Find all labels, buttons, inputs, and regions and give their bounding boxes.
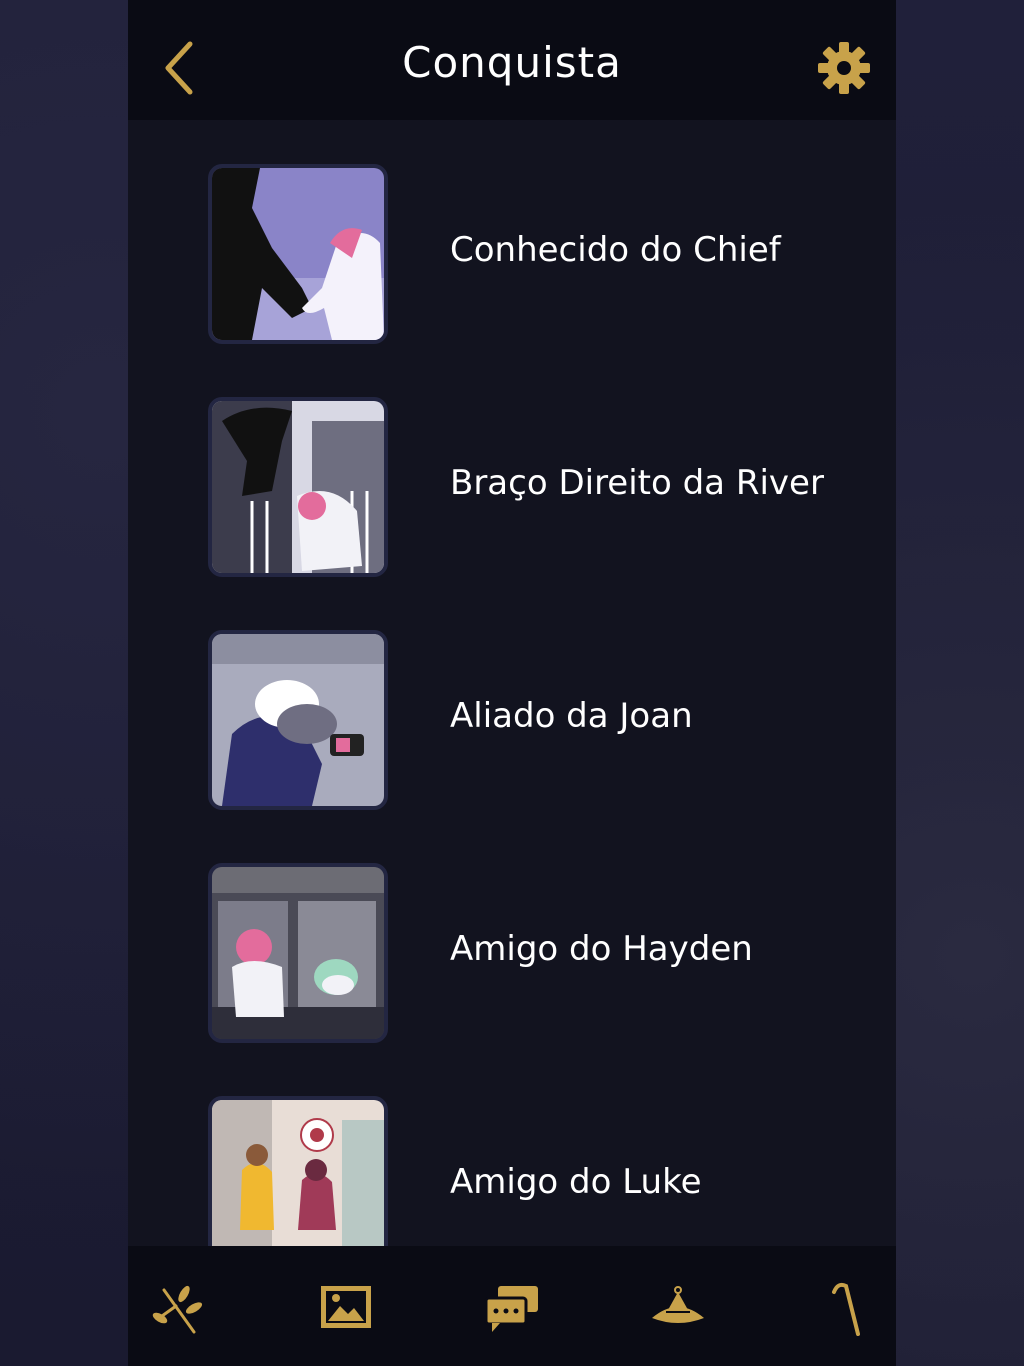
achievement-thumbnail: [208, 630, 388, 810]
hayden-window-illustration: [212, 867, 384, 1039]
branch-icon: [152, 1285, 203, 1334]
nav-cane-button[interactable]: [812, 1276, 876, 1340]
gallery-icon: [321, 1286, 371, 1328]
luke-street-illustration: [212, 1100, 384, 1246]
chat-icon: [484, 1286, 538, 1332]
nav-gallery-button[interactable]: [314, 1276, 378, 1340]
bottom-navbar: [128, 1246, 896, 1366]
header-bar: Conquista: [128, 0, 896, 120]
achievement-row[interactable]: Aliado da Joan: [128, 630, 896, 830]
cane-icon: [832, 1282, 860, 1336]
nav-hat-button[interactable]: [646, 1276, 710, 1340]
gear-icon: [818, 42, 870, 94]
joan-camera-illustration: [212, 634, 384, 806]
achievement-label: Conhecido do Chief: [450, 230, 781, 270]
achievement-row[interactable]: Conhecido do Chief: [128, 164, 896, 364]
river-rooftop-illustration: [212, 401, 384, 573]
page-title: Conquista: [402, 38, 622, 87]
achievement-label: Aliado da Joan: [450, 696, 693, 736]
achievement-thumbnail: [208, 863, 388, 1043]
achievement-thumbnail: [208, 164, 388, 344]
app-screen: Conquista Conhecido do Chief Braço Direi…: [128, 0, 896, 1366]
nav-branch-button[interactable]: [148, 1276, 212, 1340]
achievement-label: Amigo do Hayden: [450, 929, 753, 969]
achievement-thumbnail: [208, 397, 388, 577]
hat-icon: [652, 1286, 704, 1323]
achievement-list[interactable]: Conhecido do Chief Braço Direito da Rive…: [128, 120, 896, 1246]
settings-button[interactable]: [816, 40, 872, 96]
achievement-row[interactable]: Braço Direito da River: [128, 397, 896, 597]
achievement-row[interactable]: Amigo do Luke: [128, 1096, 896, 1246]
achievement-thumbnail: [208, 1096, 388, 1246]
nav-chat-button[interactable]: [480, 1276, 544, 1340]
achievement-label: Amigo do Luke: [450, 1162, 702, 1202]
achievement-row[interactable]: Amigo do Hayden: [128, 863, 896, 1063]
achievement-label: Braço Direito da River: [450, 463, 824, 503]
chief-handshake-illustration: [212, 168, 384, 340]
